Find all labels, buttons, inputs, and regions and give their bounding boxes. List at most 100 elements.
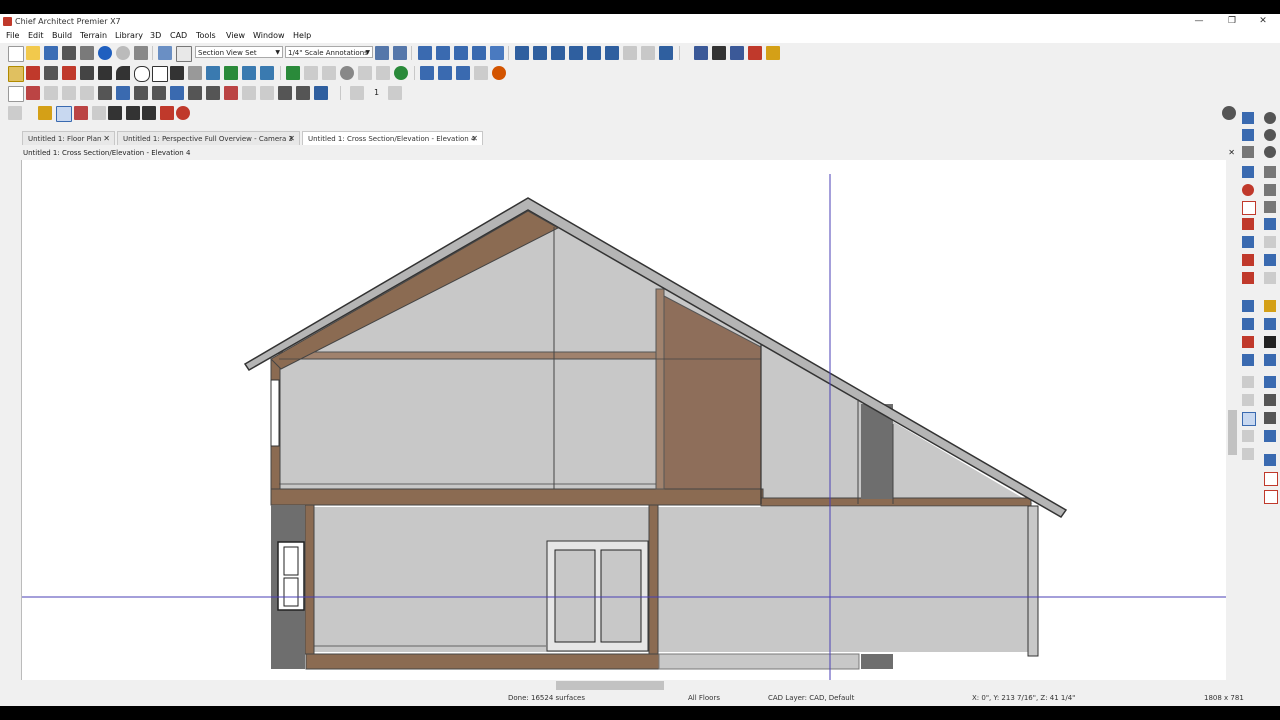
arc-tool-icon[interactable]	[1242, 376, 1254, 388]
deck-icon[interactable]	[260, 86, 274, 100]
arc-icon[interactable]	[116, 66, 130, 80]
framing-icon[interactable]	[242, 86, 256, 100]
triangle-icon[interactable]	[1242, 254, 1254, 266]
save-icon[interactable]	[44, 46, 58, 60]
close-button[interactable]: ✕	[1252, 15, 1274, 27]
annotation-set-select[interactable]: 1/4" Scale Annotations ▼	[285, 46, 373, 58]
line-weight-icon[interactable]	[1264, 336, 1276, 348]
elevation-snap-icon[interactable]	[1242, 236, 1254, 248]
zoom-icon[interactable]	[1264, 112, 1276, 124]
pen-icon[interactable]	[474, 66, 488, 80]
scroll-thumb[interactable]	[1228, 410, 1237, 455]
multi-select-icon[interactable]	[1264, 454, 1276, 466]
layer-set-icon[interactable]	[1242, 129, 1254, 141]
3d-box-icon[interactable]	[314, 86, 328, 100]
section-line-icon[interactable]	[1242, 354, 1254, 366]
disabled-tool-icon[interactable]	[80, 86, 94, 100]
layer-icon[interactable]	[1242, 112, 1254, 124]
circle-icon[interactable]	[134, 66, 150, 82]
view-set-select[interactable]: Section View Set ▼	[195, 46, 283, 58]
select-pencil-icon[interactable]	[8, 66, 24, 82]
radius-dimension-icon[interactable]	[92, 106, 106, 120]
plan-icon[interactable]	[1264, 318, 1276, 330]
undo-icon[interactable]	[98, 46, 112, 60]
picture-icon[interactable]	[224, 66, 238, 80]
measure-icon[interactable]	[1264, 376, 1276, 388]
object-snap-icon[interactable]	[1242, 201, 1256, 215]
text-icon[interactable]	[44, 66, 58, 80]
square-icon[interactable]	[1264, 472, 1278, 486]
elevation-icon[interactable]	[569, 46, 583, 60]
grip-icon[interactable]	[8, 106, 22, 120]
new-file-icon[interactable]	[8, 46, 24, 62]
grid-snap-icon[interactable]	[1264, 430, 1276, 442]
wall-icon[interactable]	[26, 86, 40, 100]
elevation-view-icon[interactable]	[1264, 354, 1276, 366]
rotate-icon[interactable]	[1264, 394, 1276, 406]
zoom-out-icon[interactable]	[1264, 146, 1276, 158]
calculator-icon[interactable]	[454, 46, 468, 60]
dollar-estimate-icon[interactable]	[748, 46, 762, 60]
materials-list-icon[interactable]	[436, 46, 450, 60]
square-icon[interactable]	[1264, 490, 1278, 504]
print-preview-icon[interactable]	[80, 46, 94, 60]
grid-table-icon[interactable]	[438, 66, 452, 80]
vertical-scrollbar[interactable]	[1226, 160, 1239, 682]
polyline-icon[interactable]	[188, 66, 202, 80]
menu-help[interactable]: Help	[293, 31, 311, 40]
layer-display-icon[interactable]	[158, 46, 172, 60]
close-icon[interactable]: ✕	[288, 132, 295, 146]
door-icon[interactable]	[98, 86, 112, 100]
pan-icon[interactable]	[393, 46, 407, 60]
box-icon[interactable]	[242, 66, 256, 80]
fireplace-icon[interactable]	[206, 86, 220, 100]
terrain-icon[interactable]	[286, 66, 300, 80]
hand-tool-icon[interactable]	[375, 46, 389, 60]
zoom-in-icon[interactable]	[1264, 129, 1276, 141]
tab-perspective[interactable]: Untitled 1: Perspective Full Overview - …	[117, 131, 300, 145]
overview-icon[interactable]	[623, 46, 637, 60]
line-icon[interactable]	[98, 66, 112, 80]
camera-icon[interactable]	[533, 46, 547, 60]
schedule-table-icon[interactable]	[456, 66, 470, 80]
menu-terrain[interactable]: Terrain	[80, 31, 107, 40]
open-folder-icon[interactable]	[26, 46, 40, 60]
help-icon[interactable]	[490, 46, 504, 60]
disabled-tool-icon[interactable]	[62, 86, 76, 100]
cad-block-icon[interactable]	[206, 66, 220, 80]
library-icon[interactable]	[170, 86, 184, 100]
report-icon[interactable]	[472, 46, 486, 60]
plant-icon[interactable]	[394, 66, 408, 80]
rectangle-icon[interactable]	[152, 66, 168, 82]
zoom-window-icon[interactable]	[1264, 201, 1276, 213]
dimension-icon[interactable]	[296, 86, 310, 100]
home-icon[interactable]	[659, 46, 673, 60]
menu-tools[interactable]: Tools	[196, 31, 216, 40]
layout-icon[interactable]	[260, 66, 274, 80]
tab-floor-plan[interactable]: Untitled 1: Floor Plan ✕	[22, 131, 115, 145]
close-icon[interactable]: ✕	[471, 132, 478, 146]
angle-snap-icon[interactable]	[1242, 184, 1254, 196]
tab-cross-section[interactable]: Untitled 1: Cross Section/Elevation - El…	[302, 131, 483, 145]
stairs-icon[interactable]	[152, 86, 166, 100]
layout-table-icon[interactable]	[420, 66, 434, 80]
menu-edit[interactable]: Edit	[28, 31, 44, 40]
fixture-icon[interactable]	[188, 86, 202, 100]
scroll-thumb[interactable]	[556, 681, 664, 690]
angle-dimension-icon[interactable]	[74, 106, 88, 120]
point-to-point-icon[interactable]	[108, 106, 122, 120]
road-icon[interactable]	[358, 66, 372, 80]
section-icon[interactable]	[551, 46, 565, 60]
electrical-icon[interactable]	[278, 86, 292, 100]
cross-icon[interactable]	[80, 66, 94, 80]
checkbox-icon[interactable]	[176, 46, 192, 62]
cross-section-icon[interactable]	[587, 46, 601, 60]
floor-down-icon[interactable]	[350, 86, 364, 100]
curve-active-icon[interactable]	[1242, 412, 1256, 426]
cabinet-icon[interactable]	[134, 86, 148, 100]
shape-icon[interactable]	[1242, 336, 1254, 348]
library-item-icon[interactable]	[1264, 300, 1276, 312]
end-to-end-icon[interactable]	[126, 106, 140, 120]
select-arrow-icon[interactable]	[8, 86, 24, 102]
target-icon[interactable]	[1242, 272, 1254, 284]
